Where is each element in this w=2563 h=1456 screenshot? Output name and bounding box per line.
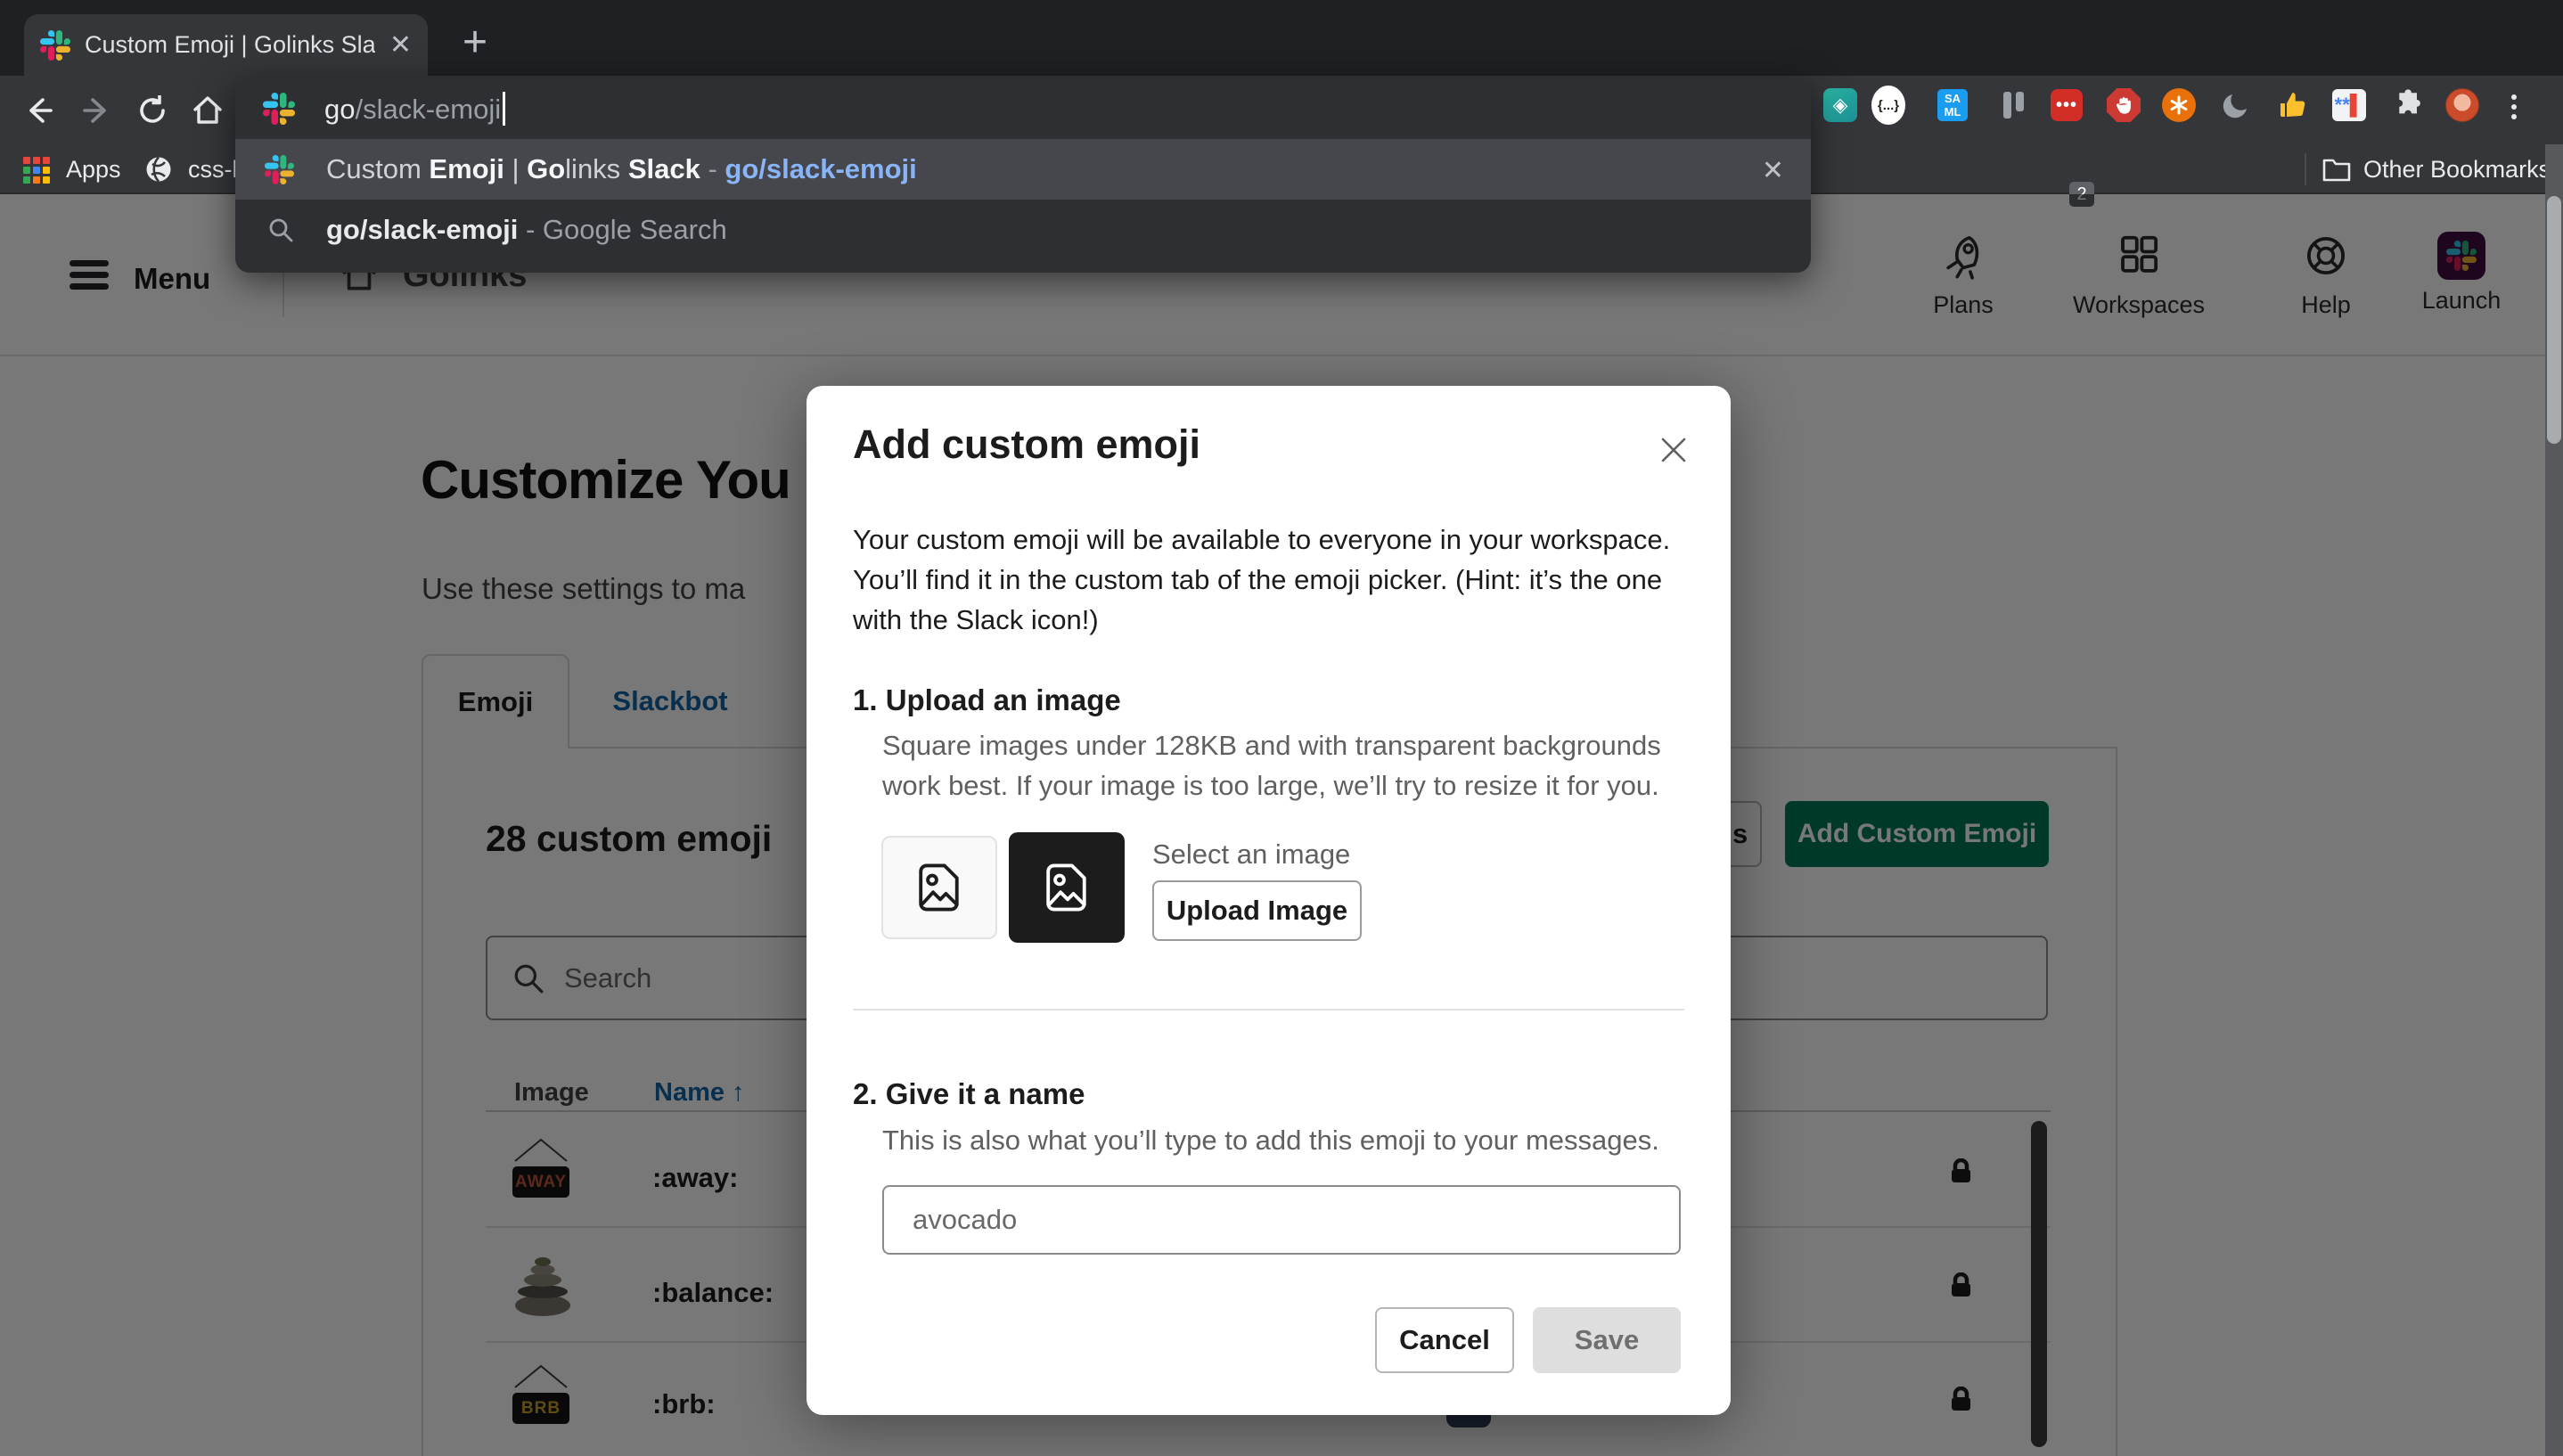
- home-button[interactable]: [189, 92, 226, 129]
- suggestion-google-search[interactable]: go/slack-emoji - Google Search: [235, 200, 1811, 260]
- extension-darkmode-icon[interactable]: [2219, 88, 2253, 122]
- step2-heading: 2. Give it a name: [853, 1077, 1085, 1111]
- new-tab-button[interactable]: +: [463, 18, 487, 67]
- reload-button[interactable]: [134, 92, 171, 129]
- step1-description-line: Square images under 128KB and with trans…: [882, 725, 1661, 765]
- suggestion-text: go/slack-emoji - Google Search: [326, 214, 727, 246]
- extensions-puzzle-icon[interactable]: [2389, 88, 2423, 122]
- modal-title: Add custom emoji: [853, 421, 1200, 468]
- browser-tab-strip: Custom Emoji | Golinks Slack ✕ +: [0, 0, 2563, 76]
- text-cursor: [503, 92, 505, 126]
- folder-icon: [2322, 156, 2351, 183]
- slack-favicon: [263, 93, 295, 125]
- extension-thumbsup-icon[interactable]: [2276, 88, 2310, 122]
- browser-tab[interactable]: Custom Emoji | Golinks Slack ✕: [24, 14, 428, 76]
- suggestion-current-tab[interactable]: Custom Emoji | Golinks Slack - go/slack-…: [235, 139, 1811, 200]
- scrollbar-thumb[interactable]: [2547, 196, 2561, 444]
- tab-title: Custom Emoji | Golinks Slack: [85, 31, 375, 59]
- chrome-menu-icon[interactable]: [2511, 88, 2529, 122]
- forward-button[interactable]: [78, 92, 116, 129]
- omnibox-dropdown: go/slack-emoji Custom Emoji | Golinks Sl…: [235, 78, 1811, 273]
- extension-password-icon[interactable]: **▌: [2332, 88, 2366, 122]
- suggestion-text: Custom Emoji | Golinks Slack - go/slack-…: [326, 153, 917, 185]
- extension-blocker-icon[interactable]: [2107, 88, 2141, 122]
- image-file-icon: [918, 863, 961, 912]
- preview-tile-light: [881, 836, 997, 939]
- bookmarks-separator: [2305, 153, 2306, 185]
- add-custom-emoji-modal: Add custom emoji Your custom emoji will …: [807, 386, 1731, 1415]
- step1-description-line: work best. If your image is too large, w…: [882, 765, 1659, 806]
- extension-saml-icon[interactable]: SAML: [1936, 88, 1969, 122]
- emoji-name-input[interactable]: [882, 1185, 1681, 1255]
- slack-favicon: [40, 30, 70, 61]
- back-button[interactable]: [20, 92, 57, 129]
- step1-heading: 1. Upload an image: [853, 683, 1121, 717]
- search-icon: [267, 217, 294, 243]
- tab-close-icon[interactable]: ✕: [389, 32, 412, 59]
- other-bookmarks[interactable]: Other Bookmarks: [2363, 156, 2551, 184]
- apps-grid-icon[interactable]: [23, 157, 50, 184]
- omnibox-input-row[interactable]: go/slack-emoji: [235, 78, 1811, 139]
- modal-intro-line: Your custom emoji will be available to e…: [853, 519, 1682, 560]
- image-file-icon: [1045, 863, 1088, 912]
- step2-description-line: This is also what you’ll type to add thi…: [882, 1120, 1659, 1160]
- globe-favicon: [144, 155, 173, 184]
- extension-json-icon[interactable]: {...}: [1871, 88, 1905, 122]
- bookmark-css[interactable]: css-l: [188, 156, 238, 184]
- modal-intro-line: with the Slack icon!): [853, 600, 1682, 640]
- extension-pause-icon[interactable]: [1996, 88, 2030, 122]
- select-image-label: Select an image: [1152, 838, 1350, 871]
- extension-teal-icon[interactable]: ◈: [1823, 88, 1857, 122]
- suggestion-remove-icon[interactable]: ✕: [1762, 155, 1784, 186]
- browser-scrollbar[interactable]: [2545, 144, 2563, 1456]
- cancel-button[interactable]: Cancel: [1375, 1307, 1514, 1373]
- modal-divider: [853, 1009, 1684, 1010]
- preview-tile-dark: [1009, 832, 1125, 943]
- slack-suggestion-icon: [265, 155, 294, 184]
- profile-avatar[interactable]: [2445, 88, 2479, 122]
- save-button[interactable]: Save: [1533, 1307, 1681, 1373]
- omnibox-text[interactable]: go/slack-emoji: [324, 92, 505, 126]
- upload-image-button[interactable]: Upload Image: [1152, 880, 1362, 941]
- modal-intro-line: You’ll find it in the custom tab of the …: [853, 560, 1682, 600]
- extension-orange-icon[interactable]: [2162, 88, 2196, 122]
- modal-close-icon[interactable]: [1656, 432, 1691, 468]
- bookmark-apps[interactable]: Apps: [66, 156, 121, 184]
- extension-lastpass-icon[interactable]: •••: [2050, 88, 2084, 122]
